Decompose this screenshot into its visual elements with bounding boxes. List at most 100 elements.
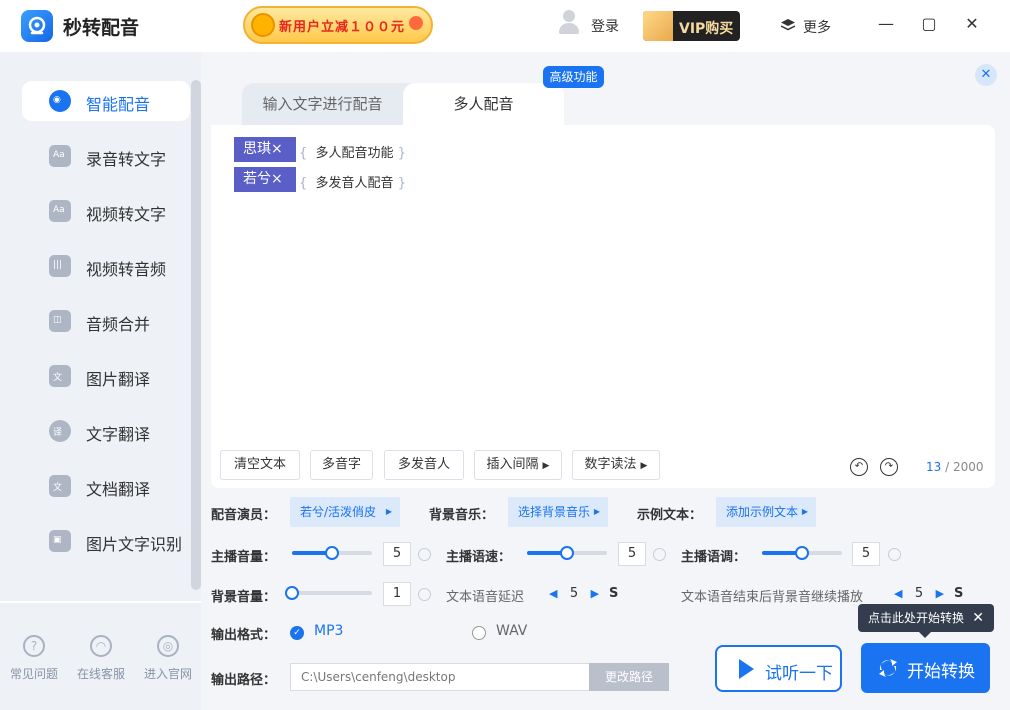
slider-knob[interactable] — [795, 546, 809, 560]
pitch-slider[interactable] — [762, 546, 842, 560]
sidebar-item-audio-merge[interactable]: ◫ 音频合并 — [22, 301, 190, 341]
promo-text: 新用户立减１００元 — [279, 20, 406, 35]
sidebar-item-ocr[interactable]: ▣ 图片文字识别 — [22, 521, 190, 561]
sidebar-item-video-to-audio[interactable]: ||| 视频转音频 — [22, 246, 190, 286]
gift-icon — [409, 16, 423, 30]
insert-pause-button[interactable]: 插入间隔 ▶ — [474, 450, 562, 480]
login-link[interactable]: 登录 — [591, 16, 619, 36]
sample-select[interactable]: 添加示例文本 ▶ — [716, 497, 816, 527]
maximize-icon[interactable]: ▢ — [919, 14, 939, 34]
polyphone-button[interactable]: 多音字 — [310, 450, 373, 480]
multi-speaker-button[interactable]: 多发音人 — [384, 450, 464, 480]
speaker-phrase[interactable]: { 多发音人配音 } — [299, 172, 406, 191]
number-reading-button[interactable]: 数字读法 ▶ — [572, 450, 660, 480]
bg-volume-input[interactable]: 1 — [383, 582, 411, 606]
voice-select[interactable]: 若兮/活泼俏皮 ▶ — [290, 497, 400, 527]
slider-knob[interactable] — [285, 586, 299, 600]
sidebar-item-text-translate[interactable]: 译 文字翻译 — [22, 411, 190, 451]
headset-icon: ◠ — [90, 635, 112, 657]
redo-icon[interactable]: ↷ — [880, 458, 898, 476]
increment-icon[interactable]: ▶ — [591, 587, 599, 600]
sidebar-item-audio-to-text[interactable]: Aa 录音转文字 — [22, 136, 190, 176]
sidebar-item-doc-translate[interactable]: 文 文档翻译 — [22, 466, 190, 506]
doc-translate-icon: 文 — [49, 475, 71, 497]
app-name: 秒转配音 — [63, 17, 140, 39]
sidebar-item-image-translate[interactable]: 文 图片翻译 — [22, 356, 190, 396]
decrement-icon[interactable]: ◀ — [894, 587, 902, 600]
volume-input[interactable]: 5 — [383, 542, 411, 566]
ocr-icon: ▣ — [49, 530, 71, 552]
reset-icon[interactable] — [418, 548, 431, 561]
reset-icon[interactable] — [888, 548, 901, 561]
number-reading-label: 数字读法 — [584, 457, 637, 472]
text-translate-icon: 译 — [49, 420, 71, 442]
faq-link[interactable]: ? 常见问题 — [4, 635, 64, 682]
clear-text-button[interactable]: 清空文本 — [220, 450, 300, 480]
delay-stepper[interactable]: ◀ 5 ▶ S — [549, 586, 618, 601]
globe-icon: ◎ — [157, 635, 179, 657]
slider-knob[interactable] — [325, 546, 339, 560]
wav-radio[interactable] — [472, 626, 486, 640]
sidebar-item-smart-dubbing[interactable]: ◉ 智能配音 — [22, 81, 190, 121]
online-support-link[interactable]: ◠ 在线客服 — [71, 635, 131, 682]
wav-label[interactable]: WAV — [496, 623, 527, 639]
official-site-link[interactable]: ◎ 进入官网 — [138, 635, 198, 682]
path-label: 输出路径： — [211, 673, 277, 688]
reset-icon[interactable] — [653, 548, 666, 561]
pitch-input[interactable]: 5 — [852, 542, 880, 566]
tooltip-text: 点击此处开始转换 — [868, 611, 965, 625]
continue-stepper[interactable]: ◀ 5 ▶ S — [894, 586, 963, 601]
close-panel-icon[interactable]: ✕ — [975, 64, 997, 86]
increment-icon[interactable]: ▶ — [936, 587, 944, 600]
speaker-tag[interactable]: 若兮× — [234, 167, 296, 192]
char-count-max: / 2000 — [945, 460, 984, 474]
output-path-input[interactable]: C:\Users\cenfeng\desktop — [290, 663, 590, 691]
decrement-icon[interactable]: ◀ — [549, 587, 557, 600]
close-tooltip-icon[interactable]: ✕ — [972, 604, 984, 632]
sidebar-scrollbar[interactable] — [191, 80, 201, 590]
sidebar-item-video-to-text[interactable]: Aa 视频转文字 — [22, 191, 190, 231]
bgm-label: 背景音乐： — [429, 508, 495, 523]
reset-icon[interactable] — [418, 588, 431, 601]
speaker-tag[interactable]: 思琪× — [234, 137, 296, 162]
start-tooltip: 点击此处开始转换 ✕ — [858, 604, 994, 638]
tab-text-dubbing[interactable]: 输入文字进行配音 — [242, 83, 403, 125]
sidebar-item-label: 录音转文字 — [86, 150, 167, 169]
vip-label: VIP购买 — [679, 21, 734, 37]
sample-label: 示例文本： — [637, 508, 703, 523]
change-path-button[interactable]: 更改路径 — [589, 663, 669, 691]
char-count: 13 / 2000 — [926, 460, 984, 474]
bg-volume-slider[interactable] — [285, 586, 372, 600]
speaker-phrase[interactable]: { 多人配音功能 } — [299, 142, 406, 161]
phrase-text: 多人配音功能 — [315, 146, 394, 161]
sidebar-divider — [0, 601, 201, 603]
layers-icon[interactable] — [780, 17, 796, 33]
user-avatar-icon[interactable] — [557, 10, 581, 36]
speed-slider[interactable] — [527, 546, 607, 560]
volume-label: 主播音量： — [211, 550, 277, 565]
preview-button[interactable]: 试听一下 — [715, 645, 842, 692]
mp3-radio[interactable]: ✓ — [290, 626, 304, 640]
bgm-select[interactable]: 选择背景音乐 ▶ — [508, 497, 608, 527]
promo-banner[interactable]: 新用户立减１００元 — [243, 6, 433, 44]
sidebar-item-label: 视频转文字 — [86, 205, 167, 224]
close-window-icon[interactable]: ✕ — [962, 14, 982, 34]
bgm-value: 选择背景音乐 — [518, 505, 591, 519]
slider-knob[interactable] — [560, 546, 574, 560]
minimize-icon[interactable]: — — [876, 14, 896, 34]
undo-icon[interactable]: ↶ — [850, 458, 868, 476]
play-icon — [739, 659, 754, 679]
caret-right-icon: ▶ — [385, 507, 392, 516]
audio-merge-icon: ◫ — [49, 310, 71, 332]
speed-input[interactable]: 5 — [618, 542, 646, 566]
site-label: 进入官网 — [143, 667, 192, 681]
title-bar: 秒转配音 新用户立减１００元 登录 VIP购买 更多 — ▢ ✕ — [0, 0, 1010, 52]
volume-slider[interactable] — [292, 546, 372, 560]
mp3-label[interactable]: MP3 — [314, 623, 343, 639]
vip-purchase-button[interactable]: VIP购买 — [643, 11, 740, 41]
start-convert-button[interactable]: 开始转换 — [861, 643, 990, 693]
sidebar-item-label: 文字翻译 — [86, 425, 151, 444]
tab-multi-speaker[interactable]: 多人配音 — [403, 83, 564, 125]
sidebar-item-label: 智能配音 — [86, 95, 151, 114]
more-menu[interactable]: 更多 — [803, 17, 831, 37]
